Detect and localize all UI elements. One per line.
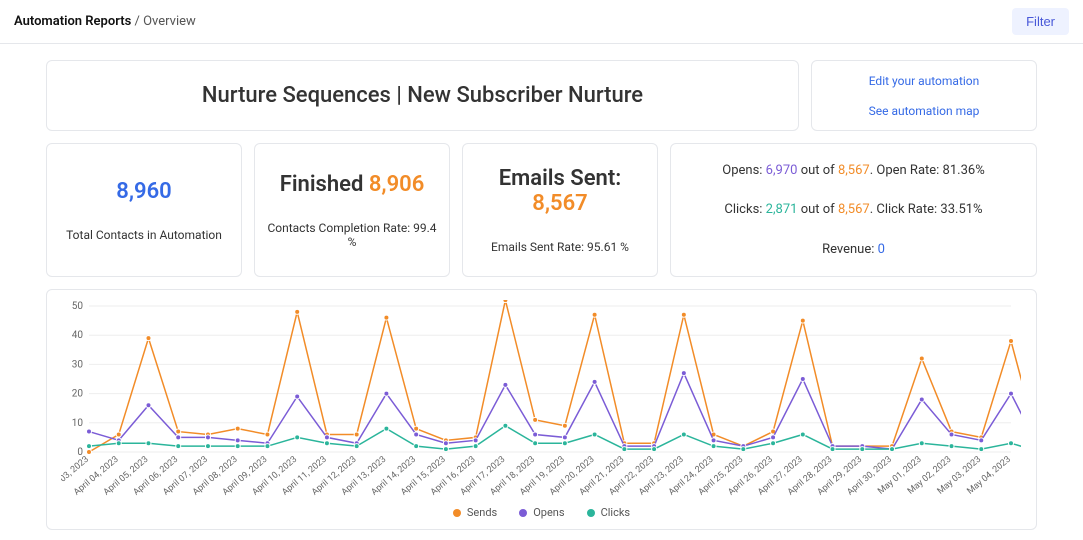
clicks-total: 8,567 [838, 202, 870, 217]
stat-emails-sub-prefix: Emails Sent Rate: [491, 240, 584, 254]
svg-text:50: 50 [72, 301, 84, 312]
revenue-label: Revenue: [822, 242, 874, 257]
stat-emails-sent: Emails Sent: 8,567 Emails Sent Rate: 95.… [462, 143, 658, 277]
legend-opens-label: Opens [533, 506, 564, 519]
open-rate-label: . Open Rate: [870, 163, 940, 178]
page-title: Nurture Sequences | New Subscriber Nurtu… [202, 83, 643, 108]
stat-finished-sub: Contacts Completion Rate: 99.4 % [265, 221, 439, 249]
stat-finished-value: 8,906 [369, 172, 424, 197]
stat-total-contacts: 8,960 Total Contacts in Automation [46, 143, 242, 277]
revenue-value: 0 [878, 242, 885, 257]
revenue-line: Revenue: 0 [822, 242, 885, 257]
stat-emails-sub: Emails Sent Rate: 95.61 % [491, 240, 629, 254]
edit-automation-link[interactable]: Edit your automation [869, 74, 980, 88]
title-card: Nurture Sequences | New Subscriber Nurtu… [46, 60, 799, 131]
rates-card: Opens: 6,970 out of 8,567. Open Rate: 81… [670, 143, 1037, 277]
legend-opens[interactable]: Opens [519, 506, 564, 519]
opens-total: 8,567 [838, 163, 870, 178]
chart-svg: 01020304050April 03, 2023April 04, 2023A… [61, 300, 1021, 500]
svg-text:30: 30 [72, 359, 84, 370]
stat-emails-sub-value: 95.61 % [587, 240, 629, 254]
see-map-link[interactable]: See automation map [869, 104, 980, 118]
opens-value: 6,970 [766, 163, 798, 178]
stat-finished: Finished 8,906 Contacts Completion Rate:… [254, 143, 450, 277]
breadcrumb-sep: / [135, 14, 140, 29]
legend-opens-dot-icon [519, 509, 527, 517]
stat-total-label: Total Contacts in Automation [66, 228, 222, 242]
legend-sends-label: Sends [467, 506, 497, 519]
clicks-line: Clicks: 2,871 out of 8,567. Click Rate: … [724, 202, 982, 217]
breadcrumb-root[interactable]: Automation Reports [14, 14, 131, 29]
opens-line: Opens: 6,970 out of 8,567. Open Rate: 81… [722, 163, 984, 178]
legend-clicks-label: Clicks [601, 506, 631, 519]
open-rate-value: 81.36% [943, 163, 985, 178]
stat-emails-value: 8,567 [532, 191, 587, 216]
opens-outof: out of [801, 163, 835, 178]
click-rate-value: 33.51% [940, 202, 982, 217]
breadcrumb-current: Overview [143, 14, 196, 29]
stat-emails-line: Emails Sent: 8,567 [473, 166, 647, 216]
side-links-card: Edit your automation See automation map [811, 60, 1037, 131]
filter-button[interactable]: Filter [1012, 8, 1069, 35]
click-rate-label: . Click Rate: [870, 202, 937, 217]
clicks-label: Clicks: [724, 202, 762, 217]
stat-emails-prefix: Emails Sent: [499, 166, 621, 191]
legend-sends[interactable]: Sends [453, 506, 497, 519]
legend-clicks[interactable]: Clicks [587, 506, 631, 519]
opens-label: Opens: [722, 163, 762, 178]
stat-total-value: 8,960 [116, 179, 171, 204]
legend-sends-dot-icon [453, 509, 461, 517]
chart-card: 01020304050April 03, 2023April 04, 2023A… [46, 289, 1037, 530]
clicks-outof: out of [801, 202, 835, 217]
stat-finished-line: Finished 8,906 [280, 172, 425, 197]
stat-finished-sub-prefix: Contacts Completion Rate: [267, 221, 410, 235]
svg-text:40: 40 [72, 330, 84, 341]
breadcrumb: Automation Reports / Overview [14, 14, 196, 29]
svg-text:20: 20 [72, 389, 84, 400]
clicks-value: 2,871 [766, 202, 798, 217]
stat-finished-prefix: Finished [280, 172, 364, 197]
svg-text:10: 10 [72, 418, 84, 429]
chart-legend: Sends Opens Clicks [61, 506, 1022, 519]
legend-clicks-dot-icon [587, 509, 595, 517]
